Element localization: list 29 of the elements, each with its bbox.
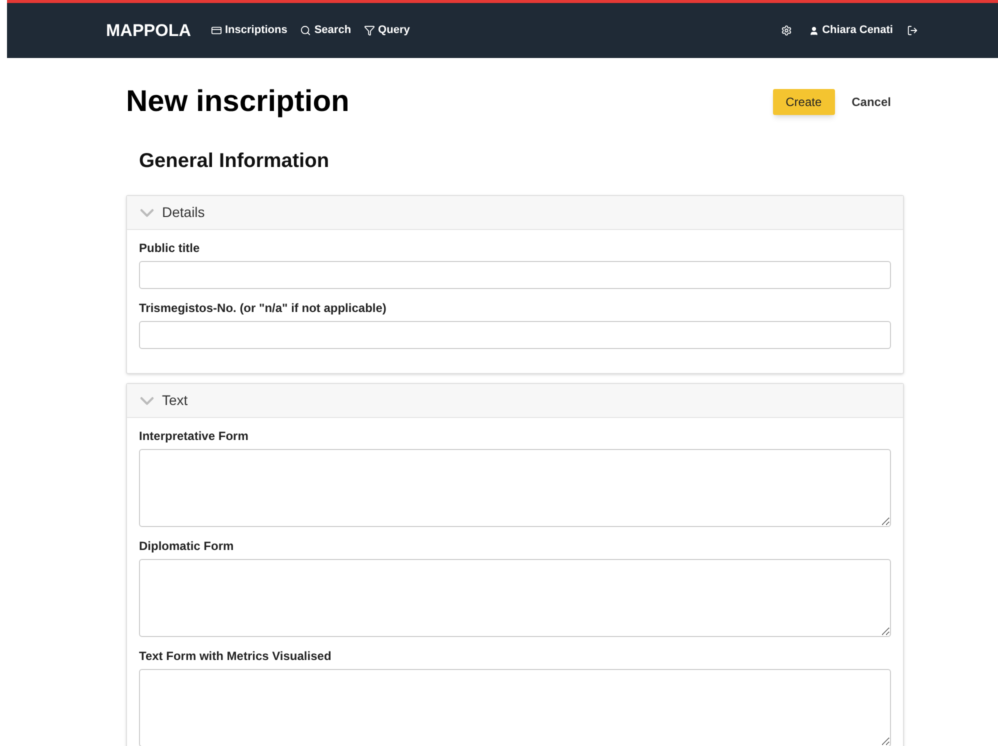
field-label: Trismegistos-No. (or "n/a" if not applicable)	[139, 301, 388, 315]
panel-header[interactable]: Details	[127, 196, 903, 230]
card-icon	[211, 25, 222, 36]
field-label: Diplomatic Form	[139, 539, 235, 553]
logout-icon[interactable]	[907, 25, 918, 36]
field-label: Public title	[139, 241, 201, 255]
text-area[interactable]	[139, 559, 891, 637]
create-button[interactable]: Create	[772, 88, 835, 114]
search-icon	[300, 25, 312, 36]
text-area[interactable]	[139, 669, 891, 746]
cancel-button[interactable]: Cancel	[852, 92, 891, 110]
nav-link[interactable]: Search	[300, 22, 352, 39]
page-title: New inscription	[126, 84, 350, 120]
section-title: General Information	[139, 149, 330, 174]
brand-logo[interactable]: MAPPOLA	[106, 18, 191, 44]
nav-link[interactable]: Inscriptions	[211, 22, 288, 39]
nav-link[interactable]: Query	[364, 22, 410, 39]
field-label: Text Form with Metrics Visualised	[139, 649, 332, 663]
panel-title: Text	[162, 391, 188, 410]
input-field[interactable]	[139, 261, 891, 289]
panel-title: Details	[162, 203, 205, 222]
input-field[interactable]	[139, 321, 891, 349]
user-menu[interactable]: Chiara Cenati	[809, 22, 893, 39]
settings-icon[interactable]	[781, 25, 792, 36]
filter-icon	[364, 25, 376, 36]
text-area[interactable]	[139, 449, 891, 527]
user-icon	[809, 26, 820, 36]
panel-header[interactable]: Text	[127, 384, 903, 418]
field-label: Interpretative Form	[139, 429, 250, 443]
